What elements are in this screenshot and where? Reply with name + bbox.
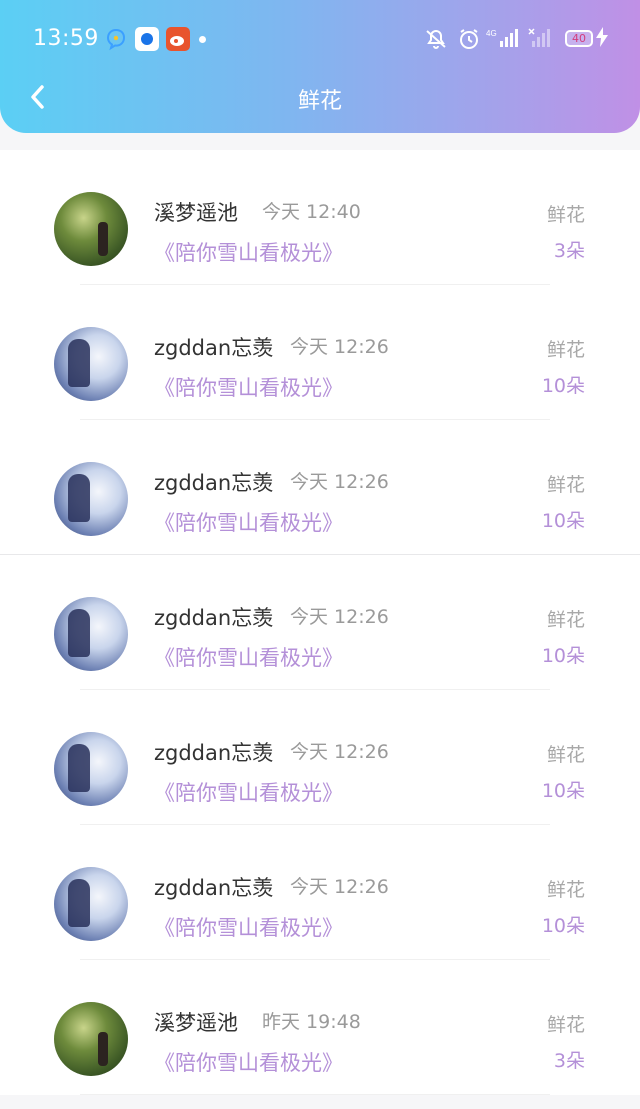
gift-count: 3朵 xyxy=(553,1050,585,1072)
book-title-link[interactable]: 《陪你雪山看极光》 xyxy=(154,912,343,942)
timestamp: 今天 12:26 xyxy=(290,606,389,628)
gift-type: 鲜花 xyxy=(546,879,585,901)
book-title-link[interactable]: 《陪你雪山看极光》 xyxy=(154,642,343,672)
timestamp: 今天 12:26 xyxy=(290,336,389,358)
signal-empty-icon xyxy=(528,27,556,57)
page-title: 鲜花 xyxy=(297,89,342,114)
gift-count: 10朵 xyxy=(541,510,585,532)
chat-app-icon xyxy=(104,27,128,51)
avatar[interactable] xyxy=(54,192,128,266)
status-time: 13:59 xyxy=(33,26,99,51)
avatar[interactable] xyxy=(54,462,128,536)
more-notifications-dot xyxy=(199,36,206,43)
timestamp: 今天 12:40 xyxy=(262,201,361,223)
divider xyxy=(80,1094,550,1095)
user-name[interactable]: 溪梦遥池 xyxy=(154,197,238,227)
gift-count: 10朵 xyxy=(541,780,585,802)
list-item[interactable]: zgddan忘羡 今天 12:26 《陪你雪山看极光》 鲜花 10朵 xyxy=(0,420,640,555)
nav-bar: 鲜花 xyxy=(0,80,640,133)
list-item[interactable]: zgddan忘羡 今天 12:26 《陪你雪山看极光》 鲜花 10朵 xyxy=(0,285,640,420)
book-title-link[interactable]: 《陪你雪山看极光》 xyxy=(154,507,343,537)
user-name[interactable]: zgddan忘羡 xyxy=(154,467,273,497)
gift-type: 鲜花 xyxy=(546,1014,585,1036)
timestamp: 昨天 19:48 xyxy=(262,1011,361,1033)
avatar[interactable] xyxy=(54,327,128,401)
avatar[interactable] xyxy=(54,732,128,806)
gift-type: 鲜花 xyxy=(546,339,585,361)
user-name[interactable]: zgddan忘羡 xyxy=(154,602,273,632)
user-name[interactable]: 溪梦遥池 xyxy=(154,1007,238,1037)
gift-type: 鲜花 xyxy=(546,204,585,226)
timestamp: 今天 12:26 xyxy=(290,876,389,898)
gift-type: 鲜花 xyxy=(546,474,585,496)
book-title-link[interactable]: 《陪你雪山看极光》 xyxy=(154,237,343,267)
book-title-link[interactable]: 《陪你雪山看极光》 xyxy=(154,777,343,807)
list-item[interactable]: zgddan忘羡 今天 12:26 《陪你雪山看极光》 鲜花 10朵 xyxy=(0,555,640,690)
list-item[interactable]: 溪梦遥池 昨天 19:48 《陪你雪山看极光》 鲜花 3朵 xyxy=(0,960,640,1095)
weibo-app-icon xyxy=(166,27,190,51)
status-bar: 13:59 4G 40 xyxy=(0,0,640,80)
signal-4g-icon: 4G xyxy=(486,27,522,57)
timestamp: 今天 12:26 xyxy=(290,471,389,493)
user-name[interactable]: zgddan忘羡 xyxy=(154,872,273,902)
avatar[interactable] xyxy=(54,867,128,941)
avatar[interactable] xyxy=(54,597,128,671)
mute-icon xyxy=(424,27,448,57)
list-item[interactable]: 溪梦遥池 今天 12:40 《陪你雪山看极光》 鲜花 3朵 xyxy=(0,150,640,285)
gift-count: 10朵 xyxy=(541,375,585,397)
list-item[interactable]: zgddan忘羡 今天 12:26 《陪你雪山看极光》 鲜花 10朵 xyxy=(0,690,640,825)
timestamp: 今天 12:26 xyxy=(290,741,389,763)
gift-count: 10朵 xyxy=(541,645,585,667)
book-title-link[interactable]: 《陪你雪山看极光》 xyxy=(154,1047,343,1077)
header: 13:59 4G 40 鲜花 xyxy=(0,0,640,133)
battery-icon: 40 xyxy=(565,30,593,47)
svg-text:4G: 4G xyxy=(486,29,497,38)
list-item[interactable]: zgddan忘羡 今天 12:26 《陪你雪山看极光》 鲜花 10朵 xyxy=(0,825,640,960)
avatar[interactable] xyxy=(54,1002,128,1076)
gift-count: 3朵 xyxy=(553,240,585,262)
user-name[interactable]: zgddan忘羡 xyxy=(154,737,273,767)
alarm-icon xyxy=(457,27,481,57)
gift-count: 10朵 xyxy=(541,915,585,937)
gift-type: 鲜花 xyxy=(546,744,585,766)
book-title-link[interactable]: 《陪你雪山看极光》 xyxy=(154,372,343,402)
flower-list: 溪梦遥池 今天 12:40 《陪你雪山看极光》 鲜花 3朵 zgddan忘羡 今… xyxy=(0,150,640,1095)
browser-app-icon xyxy=(135,27,159,51)
gift-type: 鲜花 xyxy=(546,609,585,631)
user-name[interactable]: zgddan忘羡 xyxy=(154,332,273,362)
charging-icon xyxy=(596,27,608,52)
